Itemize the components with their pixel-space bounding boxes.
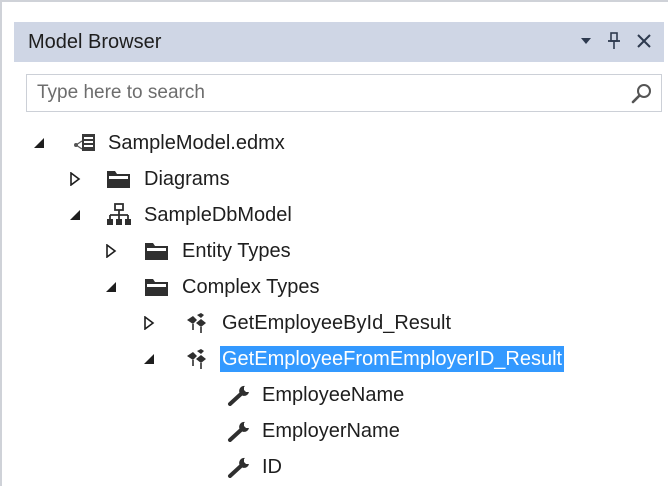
folder-icon xyxy=(144,275,170,299)
wrench-icon xyxy=(226,383,252,407)
tree-node-diagrams: Diagrams xyxy=(2,162,668,196)
edmx-file-icon xyxy=(72,131,98,155)
model-browser-window: Model Browser Type here to search Sample… xyxy=(0,0,668,486)
expand-arrow-icon[interactable] xyxy=(102,242,120,260)
tree-node-label[interactable]: SampleDbModel xyxy=(142,202,294,228)
tree-node-root: SampleModel.edmx xyxy=(2,126,668,160)
model-tree: SampleModel.edmx Diagrams SampleDbModel … xyxy=(2,2,668,488)
wrench-icon xyxy=(226,419,252,443)
tree-node-entity-types: Entity Types xyxy=(2,234,668,268)
expand-arrow-icon[interactable] xyxy=(66,170,84,188)
tree-node-label[interactable]: Diagrams xyxy=(142,166,232,192)
tree-node-label[interactable]: ID xyxy=(260,454,284,480)
tree-node-label-selected[interactable]: GetEmployeeFromEmployerID_Result xyxy=(220,346,565,372)
tree-node-label[interactable]: EmployeeName xyxy=(260,382,406,408)
tree-node-complex-item: GetEmployeeFromEmployerID_Result xyxy=(2,342,668,376)
collapse-arrow-icon[interactable] xyxy=(102,278,120,296)
tree-node-complex-types: Complex Types xyxy=(2,270,668,304)
complex-type-icon xyxy=(184,311,210,335)
tree-node-label[interactable]: GetEmployeeById_Result xyxy=(220,310,453,336)
tree-node-complex-item: GetEmployeeById_Result xyxy=(2,306,668,340)
tree-node-property: EmployerName xyxy=(2,414,668,448)
tree-node-label[interactable]: Complex Types xyxy=(180,274,321,300)
tree-node-label[interactable]: Entity Types xyxy=(180,238,293,264)
collapse-arrow-icon[interactable] xyxy=(30,134,48,152)
wrench-icon xyxy=(226,455,252,479)
folder-icon xyxy=(144,239,170,263)
complex-type-icon xyxy=(184,347,210,371)
tree-node-label[interactable]: EmployerName xyxy=(260,418,402,444)
tree-node-model: SampleDbModel xyxy=(2,198,668,232)
expand-arrow-icon[interactable] xyxy=(140,314,158,332)
folder-icon xyxy=(106,167,132,191)
tree-node-label[interactable]: SampleModel.edmx xyxy=(106,130,287,156)
collapse-arrow-icon[interactable] xyxy=(140,350,158,368)
collapse-arrow-icon[interactable] xyxy=(66,206,84,224)
model-hierarchy-icon xyxy=(106,203,132,227)
tree-node-property: EmployeeName xyxy=(2,378,668,412)
tree-node-property: ID xyxy=(2,450,668,484)
